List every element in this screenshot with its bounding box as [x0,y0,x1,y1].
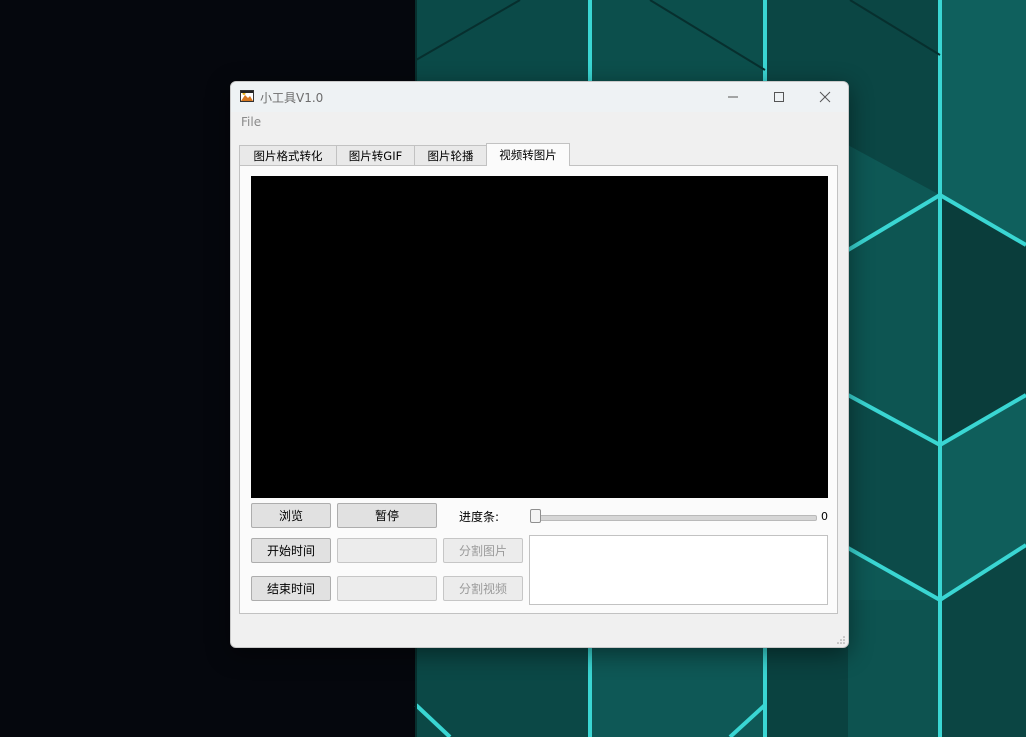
output-textbox[interactable] [529,535,828,605]
end-time-field[interactable] [337,576,437,601]
app-window: 小工具V1.0 File 图片格式转化 图片转GIF 图片轮播 视频转图片 浏览… [230,81,849,648]
maximize-icon [774,92,784,102]
start-time-field[interactable] [337,538,437,563]
tab-image-to-gif[interactable]: 图片转GIF [336,145,415,165]
progress-slider-track[interactable] [530,515,817,521]
progress-value: 0 [821,510,828,523]
browse-button[interactable]: 浏览 [251,503,331,528]
close-icon [819,91,831,103]
close-button[interactable] [802,82,848,112]
video-preview [251,176,828,498]
maximize-button[interactable] [756,82,802,112]
end-time-button[interactable]: 结束时间 [251,576,331,601]
resize-grip-icon[interactable] [836,635,846,645]
split-images-button[interactable]: 分割图片 [443,538,523,563]
progress-slider-handle[interactable] [530,509,541,523]
menu-bar: File [231,112,848,134]
tab-video-to-image[interactable]: 视频转图片 [486,143,570,166]
tab-image-carousel[interactable]: 图片轮播 [414,145,487,165]
tab-panel-video-to-image: 浏览 暂停 进度条: 0 开始时间 分割图片 结束时间 分割视频 [239,165,838,614]
split-video-button[interactable]: 分割视频 [443,576,523,601]
progress-label: 进度条: [459,510,500,524]
minimize-icon [728,96,738,98]
picture-icon [240,90,254,102]
tab-image-format[interactable]: 图片格式转化 [239,145,337,165]
window-title: 小工具V1.0 [260,91,324,105]
minimize-button[interactable] [710,82,756,112]
pause-button[interactable]: 暂停 [337,503,437,528]
menu-file[interactable]: File [241,115,261,129]
title-bar[interactable]: 小工具V1.0 [231,82,848,112]
start-time-button[interactable]: 开始时间 [251,538,331,563]
